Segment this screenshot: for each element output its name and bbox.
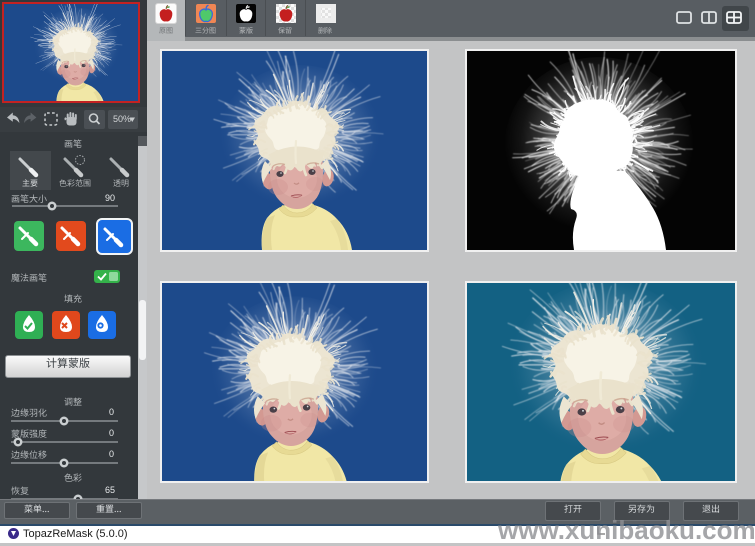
svg-text:50%: 50%: [113, 114, 131, 124]
